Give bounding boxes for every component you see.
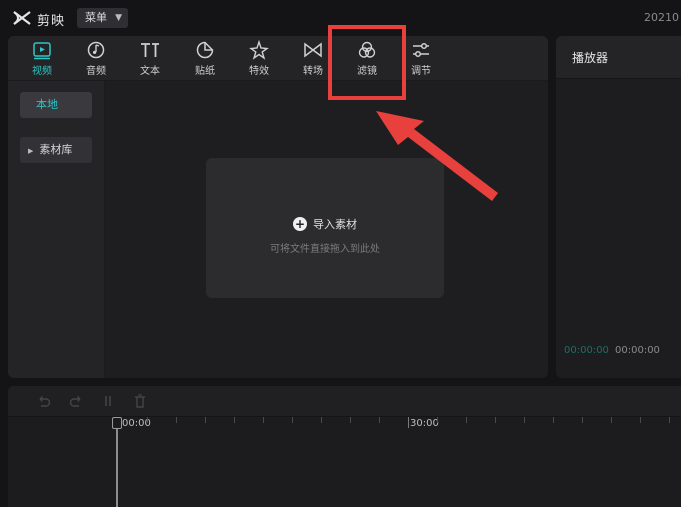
ruler-tick bbox=[321, 417, 322, 423]
tab-video-label: 视频 bbox=[32, 66, 52, 77]
ruler-tick bbox=[234, 417, 235, 423]
menu-button-label: 菜单 bbox=[85, 11, 107, 24]
tab-audio[interactable]: 音频 bbox=[74, 38, 118, 78]
tab-sticker-label: 贴纸 bbox=[195, 66, 215, 77]
text-ti-icon bbox=[141, 43, 159, 57]
sidebar-item-library[interactable]: ▶ 素材库 bbox=[20, 137, 92, 163]
video-play-icon bbox=[33, 42, 51, 60]
red-arrow-icon bbox=[376, 111, 498, 201]
ruler-tick bbox=[205, 417, 206, 423]
timeline-ruler[interactable]: 00:00 30:00 bbox=[8, 417, 681, 433]
caret-right-icon: ▶ bbox=[28, 147, 34, 155]
redo-icon[interactable] bbox=[68, 393, 84, 409]
tab-text-label: 文本 bbox=[140, 66, 160, 77]
ruler-tick bbox=[553, 417, 554, 423]
capcut-logo-icon bbox=[13, 11, 31, 25]
music-note-icon bbox=[87, 41, 105, 59]
chevron-down-icon: ▼ bbox=[115, 13, 122, 23]
player-header: 播放器 bbox=[556, 36, 681, 79]
tab-audio-label: 音频 bbox=[86, 66, 106, 77]
tab-sticker[interactable]: 贴纸 bbox=[183, 38, 227, 78]
undo-icon[interactable] bbox=[36, 393, 52, 409]
ruler-tick bbox=[379, 417, 380, 423]
sliders-icon bbox=[413, 42, 429, 58]
transition-bowtie-icon bbox=[304, 42, 322, 58]
playhead[interactable] bbox=[116, 417, 118, 507]
ruler-tick bbox=[611, 417, 612, 423]
delete-icon[interactable] bbox=[132, 393, 148, 409]
ruler-tick bbox=[582, 417, 583, 423]
ruler-tick bbox=[640, 417, 641, 423]
tab-effects-label: 特效 bbox=[249, 66, 269, 77]
plus-icon: + bbox=[293, 217, 307, 231]
playhead-handle[interactable] bbox=[112, 417, 122, 429]
ruler-label: 30:00 bbox=[410, 418, 439, 429]
ruler-tick bbox=[524, 417, 525, 423]
tab-text[interactable]: 文本 bbox=[128, 38, 172, 78]
ruler-tick bbox=[263, 417, 264, 423]
tab-video[interactable]: 视频 bbox=[20, 38, 64, 78]
import-button[interactable]: + 导入素材 bbox=[206, 216, 444, 232]
timeline-panel: 00:00 30:00 bbox=[8, 386, 681, 507]
total-timecode: 00:00:00 bbox=[615, 345, 660, 356]
sidebar-item-local[interactable]: 本地 bbox=[20, 92, 92, 118]
media-toolbar: 视频 音频 文本 贴纸 特效 转场 滤镜 调节 bbox=[8, 36, 548, 81]
ruler-tick bbox=[350, 417, 351, 423]
import-label: 导入素材 bbox=[313, 218, 357, 231]
ruler-tick bbox=[466, 417, 467, 423]
split-icon[interactable] bbox=[100, 393, 116, 409]
sparkle-star-icon bbox=[249, 40, 269, 60]
player-panel: 播放器 00:00:00 00:00:00 bbox=[556, 36, 681, 378]
ruler-tick bbox=[495, 417, 496, 423]
timeline-toolbar bbox=[8, 386, 681, 417]
current-timecode: 00:00:00 bbox=[564, 345, 609, 356]
sidebar-item-library-label: 素材库 bbox=[39, 143, 73, 156]
player-title: 播放器 bbox=[572, 51, 609, 65]
app-name: 剪映 bbox=[37, 14, 66, 29]
ruler-tick bbox=[147, 417, 148, 423]
ruler-tick bbox=[437, 417, 438, 423]
ruler-tick bbox=[669, 417, 670, 423]
filter-highlight-box bbox=[328, 25, 406, 100]
media-sidebar: 本地 ▶ 素材库 bbox=[8, 81, 105, 378]
date-text: 20210 bbox=[644, 11, 679, 24]
sticker-icon bbox=[196, 41, 214, 59]
ruler-tick bbox=[292, 417, 293, 423]
ruler-tick bbox=[408, 417, 409, 428]
sidebar-item-local-label: 本地 bbox=[36, 98, 58, 111]
tab-effects[interactable]: 特效 bbox=[237, 38, 281, 78]
ruler-tick bbox=[176, 417, 177, 423]
drop-hint: 可将文件直接拖入到此处 bbox=[270, 244, 380, 255]
menu-button[interactable]: 菜单 ▼ bbox=[77, 8, 128, 28]
